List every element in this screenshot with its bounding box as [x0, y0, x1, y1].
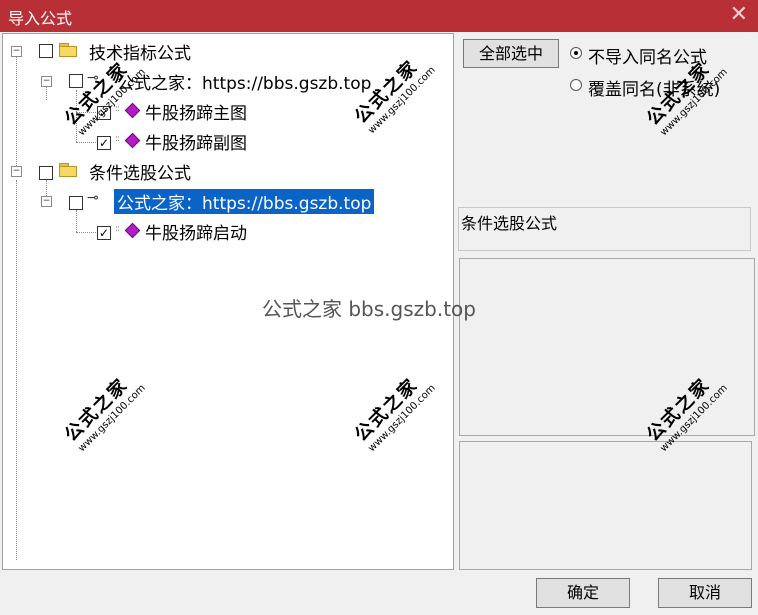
tree-label: 条件选股公式 — [89, 164, 191, 184]
radio-button[interactable] — [570, 79, 582, 91]
formula-dots: :: — [115, 134, 120, 144]
formula-gem-icon — [124, 102, 141, 119]
formula-dots: :: — [115, 224, 120, 234]
tree-node-stock-selection[interactable]: − 条件选股公式 — [3, 158, 443, 184]
expand-toggle-icon[interactable]: − — [41, 76, 52, 87]
expand-toggle-icon[interactable]: − — [11, 46, 22, 57]
tree-label: 公式之家：https://bbs.gszb.top — [117, 74, 372, 94]
folder-icon — [59, 163, 77, 177]
ok-button[interactable]: 确定 — [536, 578, 630, 608]
title-bar: 导入公式 ✕ — [0, 0, 758, 32]
formula-type-box: 条件选股公式 — [458, 207, 751, 251]
tree-leaf[interactable]: ✓ :: 牛股扬蹄启动 — [3, 218, 443, 244]
center-watermark-text: 公式之家 bbs.gszb.top — [262, 297, 476, 321]
tree-label: 牛股扬蹄启动 — [145, 224, 247, 244]
tree-label: 公式之家：https://bbs.gszb.top — [114, 189, 375, 214]
tree-label: 牛股扬蹄副图 — [145, 134, 247, 154]
checkbox[interactable] — [69, 74, 83, 88]
formula-gem-icon — [124, 222, 141, 239]
close-icon[interactable]: ✕ — [730, 2, 748, 28]
expand-toggle-icon[interactable]: − — [11, 166, 22, 177]
tree-label: 牛股扬蹄主图 — [145, 104, 247, 124]
radio-button[interactable] — [570, 47, 582, 59]
checkbox[interactable] — [69, 196, 83, 210]
checkbox[interactable]: ✓ — [97, 226, 111, 240]
select-all-button[interactable]: 全部选中 — [463, 39, 559, 68]
checkbox[interactable]: ✓ — [97, 136, 111, 150]
tree-node-source-selected[interactable]: − ⊸ 公式之家：https://bbs.gszb.top — [3, 188, 443, 214]
tree-node-tech-indicator[interactable]: − 技术指标公式 — [3, 38, 443, 64]
formula-gem-icon — [124, 132, 141, 149]
window-title: 导入公式 — [8, 9, 73, 28]
key-icon: ⊸ — [87, 190, 99, 206]
formula-type-text: 条件选股公式 — [461, 214, 558, 233]
expand-toggle-icon[interactable]: − — [41, 196, 52, 207]
checkbox[interactable] — [39, 166, 53, 180]
checkbox[interactable] — [39, 44, 53, 58]
cancel-button[interactable]: 取消 — [658, 578, 752, 608]
folder-icon — [59, 43, 77, 57]
tree-label: 技术指标公式 — [89, 44, 191, 64]
preview-pane[interactable] — [459, 441, 752, 570]
